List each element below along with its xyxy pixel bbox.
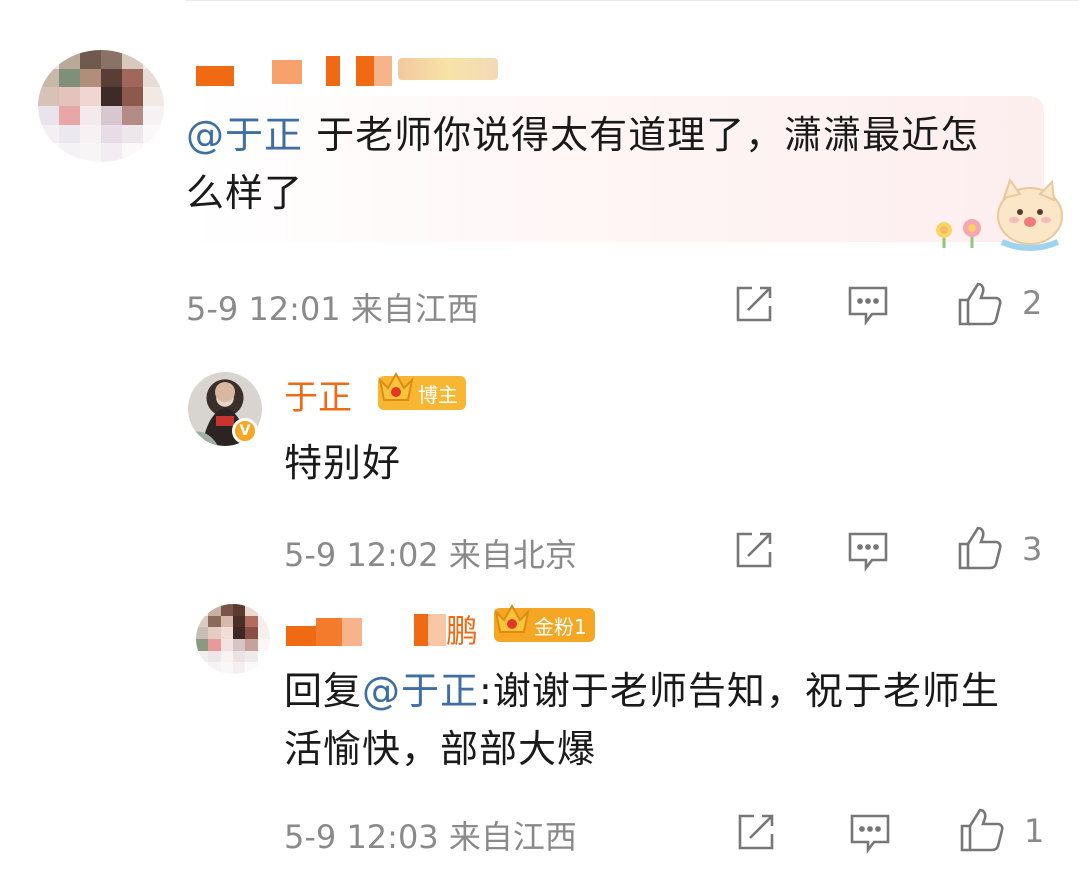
like-count: 3 bbox=[1022, 530, 1043, 568]
crown-icon bbox=[374, 366, 418, 410]
comment-text: @于正 于老师你说得太有道理了，潇潇最近怎么样了 bbox=[186, 113, 980, 215]
avatar[interactable] bbox=[38, 50, 164, 162]
timestamp: 5-9 12:01 bbox=[186, 290, 341, 328]
share-edit-icon[interactable] bbox=[732, 528, 776, 572]
avatar[interactable] bbox=[196, 604, 270, 674]
location: 来自江西 bbox=[448, 818, 577, 856]
thumbs-up-icon[interactable] bbox=[958, 806, 1006, 854]
fan-badge: 金粉1 bbox=[494, 603, 595, 642]
author-name[interactable]: 于正 bbox=[284, 370, 352, 419]
mention-link[interactable]: @于正 bbox=[362, 669, 479, 713]
crown-icon bbox=[490, 598, 534, 642]
verified-v-icon: V bbox=[232, 418, 258, 444]
username-pixelated[interactable]: 鹏 bbox=[286, 606, 486, 650]
share-edit-icon[interactable] bbox=[734, 810, 778, 854]
like-count: 1 bbox=[1024, 812, 1045, 850]
reply-meta: 5-9 12:03 来自江西 bbox=[284, 812, 577, 858]
author-name-suffix: 鹏 bbox=[446, 612, 479, 650]
timestamp: 5-9 12:02 bbox=[284, 536, 439, 574]
thumbs-up-icon[interactable] bbox=[956, 280, 1004, 328]
share-edit-icon[interactable] bbox=[732, 282, 776, 326]
reply-text: 回复@于正:谢谢于老师告知，祝于老师生活愉快，部部大爆 bbox=[284, 669, 1000, 771]
location: 来自北京 bbox=[448, 536, 577, 574]
reply-meta: 5-9 12:02 来自北京 bbox=[284, 530, 577, 576]
mention-link[interactable]: @于正 bbox=[186, 113, 303, 157]
comment-bubble-icon[interactable] bbox=[846, 528, 890, 572]
divider bbox=[185, 0, 1079, 1]
location: 来自江西 bbox=[350, 290, 479, 328]
username-pixelated[interactable] bbox=[196, 52, 506, 86]
blogger-badge: 博主 bbox=[378, 371, 466, 410]
comment-bubble-icon[interactable] bbox=[846, 282, 890, 326]
like-count: 2 bbox=[1022, 284, 1043, 322]
reply-text: 特别好 bbox=[284, 441, 402, 485]
thumbs-up-icon[interactable] bbox=[956, 524, 1004, 572]
cat-sticker bbox=[930, 176, 1066, 256]
comment-bubble-icon[interactable] bbox=[848, 810, 892, 854]
timestamp: 5-9 12:03 bbox=[284, 818, 439, 856]
comment-meta: 5-9 12:01 来自江西 bbox=[186, 284, 479, 330]
